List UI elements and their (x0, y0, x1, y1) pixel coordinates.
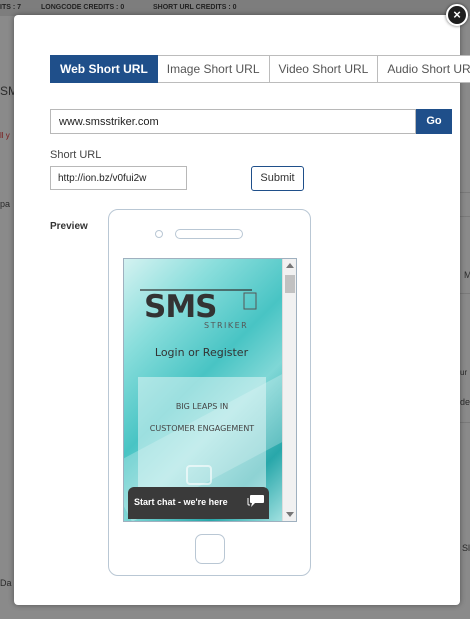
promo-banner: BIG LEAPS IN CUSTOMER ENGAGEMENT (138, 377, 266, 489)
submit-button[interactable]: Submit (251, 166, 304, 191)
background-divider (460, 293, 470, 294)
faint-message-icon (186, 465, 212, 485)
phone-preview-frame: SMS STRIKER Login or Register BIG LEAPS … (108, 209, 311, 576)
background-longcode-credits: LONGCODE CREDITS : 0 (41, 4, 125, 11)
url-type-tabs: Web Short URL Image Short URL Video Shor… (50, 55, 470, 83)
tab-image-short-url[interactable]: Image Short URL (157, 55, 270, 83)
background-shorturl-credits: SHORT URL CREDITS : 0 (153, 4, 237, 11)
preview-label: Preview (50, 221, 88, 232)
tab-video-short-url[interactable]: Video Short URL (269, 55, 379, 83)
sms-striker-logo: SMS STRIKER (140, 289, 257, 330)
tab-audio-short-url[interactable]: Audio Short URL (378, 55, 470, 83)
close-icon[interactable]: × (446, 4, 468, 26)
scroll-up-arrow-icon[interactable] (286, 263, 294, 268)
promo-headline-line2: CUSTOMER ENGAGEMENT (149, 424, 255, 433)
background-fragment: Da (0, 578, 12, 588)
camera-icon (155, 230, 163, 238)
background-fragment: Sl (462, 543, 470, 553)
tab-web-short-url[interactable]: Web Short URL (50, 55, 158, 83)
background-fragment: de (460, 397, 470, 407)
home-button-icon (195, 534, 225, 564)
start-chat-button[interactable]: Start chat - we're here (128, 487, 269, 519)
login-or-register-link[interactable]: Login or Register (124, 346, 279, 359)
background-credits-bar: ITS : 7 LONGCODE CREDITS : 0 SHORT URL C… (0, 0, 470, 16)
scroll-down-arrow-icon[interactable] (286, 512, 294, 517)
long-url-input[interactable] (50, 109, 416, 134)
screen-scrollbar[interactable] (282, 259, 296, 521)
chat-bubble-icon (247, 495, 264, 507)
background-divider (460, 192, 470, 193)
background-fragment: pa (0, 199, 11, 209)
short-url-label: Short URL (50, 149, 102, 161)
logo-subtext: STRIKER (204, 321, 248, 330)
background-fragment: M (464, 270, 470, 280)
background-divider (460, 216, 470, 217)
logo-text: SMS (144, 289, 217, 325)
short-url-field[interactable] (50, 166, 187, 190)
go-button[interactable]: Go (416, 109, 452, 134)
background-fragment: ur (460, 368, 468, 377)
scroll-thumb[interactable] (285, 275, 295, 293)
background-credits-a: ITS : 7 (0, 4, 22, 11)
chat-label: Start chat - we're here (134, 497, 228, 507)
promo-headline-line1: BIG LEAPS IN (175, 402, 229, 411)
phone-screen[interactable]: SMS STRIKER Login or Register BIG LEAPS … (123, 258, 297, 522)
speaker-icon (175, 229, 243, 239)
background-fragment: ll y (0, 131, 10, 140)
background-divider (460, 422, 470, 423)
